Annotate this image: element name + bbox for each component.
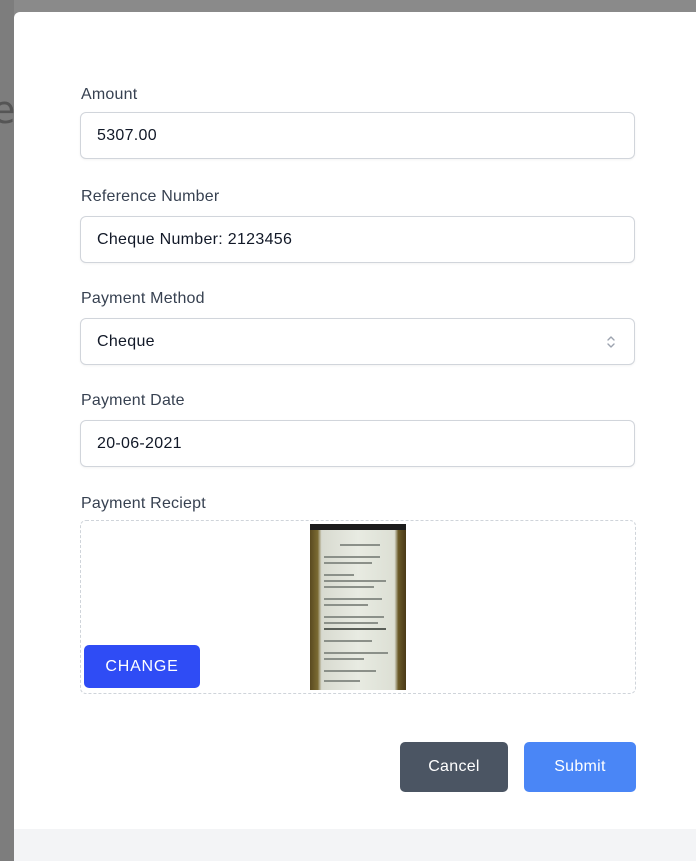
chevron-up-down-icon [607, 335, 615, 348]
amount-label: Amount [81, 86, 138, 103]
payment-method-select[interactable]: Cheque [80, 318, 635, 365]
submit-button[interactable]: Submit [524, 742, 636, 792]
reference-number-input[interactable]: Cheque Number: 2123456 [80, 216, 635, 263]
modal-backdrop-top [0, 0, 696, 12]
payment-modal: Amount 5307.00 Reference Number Cheque N… [14, 12, 696, 861]
amount-value: 5307.00 [97, 126, 157, 144]
payment-date-input[interactable]: 20-06-2021 [80, 420, 635, 467]
payment-date-label: Payment Date [81, 392, 185, 409]
payment-receipt-label: Payment Reciept [81, 495, 206, 512]
receipt-image [310, 524, 406, 690]
reference-number-value: Cheque Number: 2123456 [97, 230, 293, 248]
payment-date-value: 20-06-2021 [97, 434, 182, 452]
reference-number-label: Reference Number [81, 188, 220, 205]
payment-method-value: Cheque [97, 332, 155, 350]
payment-method-label: Payment Method [81, 290, 205, 307]
modal-backdrop[interactable]: e [0, 0, 15, 861]
amount-input[interactable]: 5307.00 [80, 112, 635, 159]
receipt-upload-dropzone[interactable]: CHANGE [80, 520, 636, 694]
modal-footer [14, 829, 696, 861]
change-receipt-button[interactable]: CHANGE [84, 645, 200, 688]
cancel-button[interactable]: Cancel [400, 742, 508, 792]
